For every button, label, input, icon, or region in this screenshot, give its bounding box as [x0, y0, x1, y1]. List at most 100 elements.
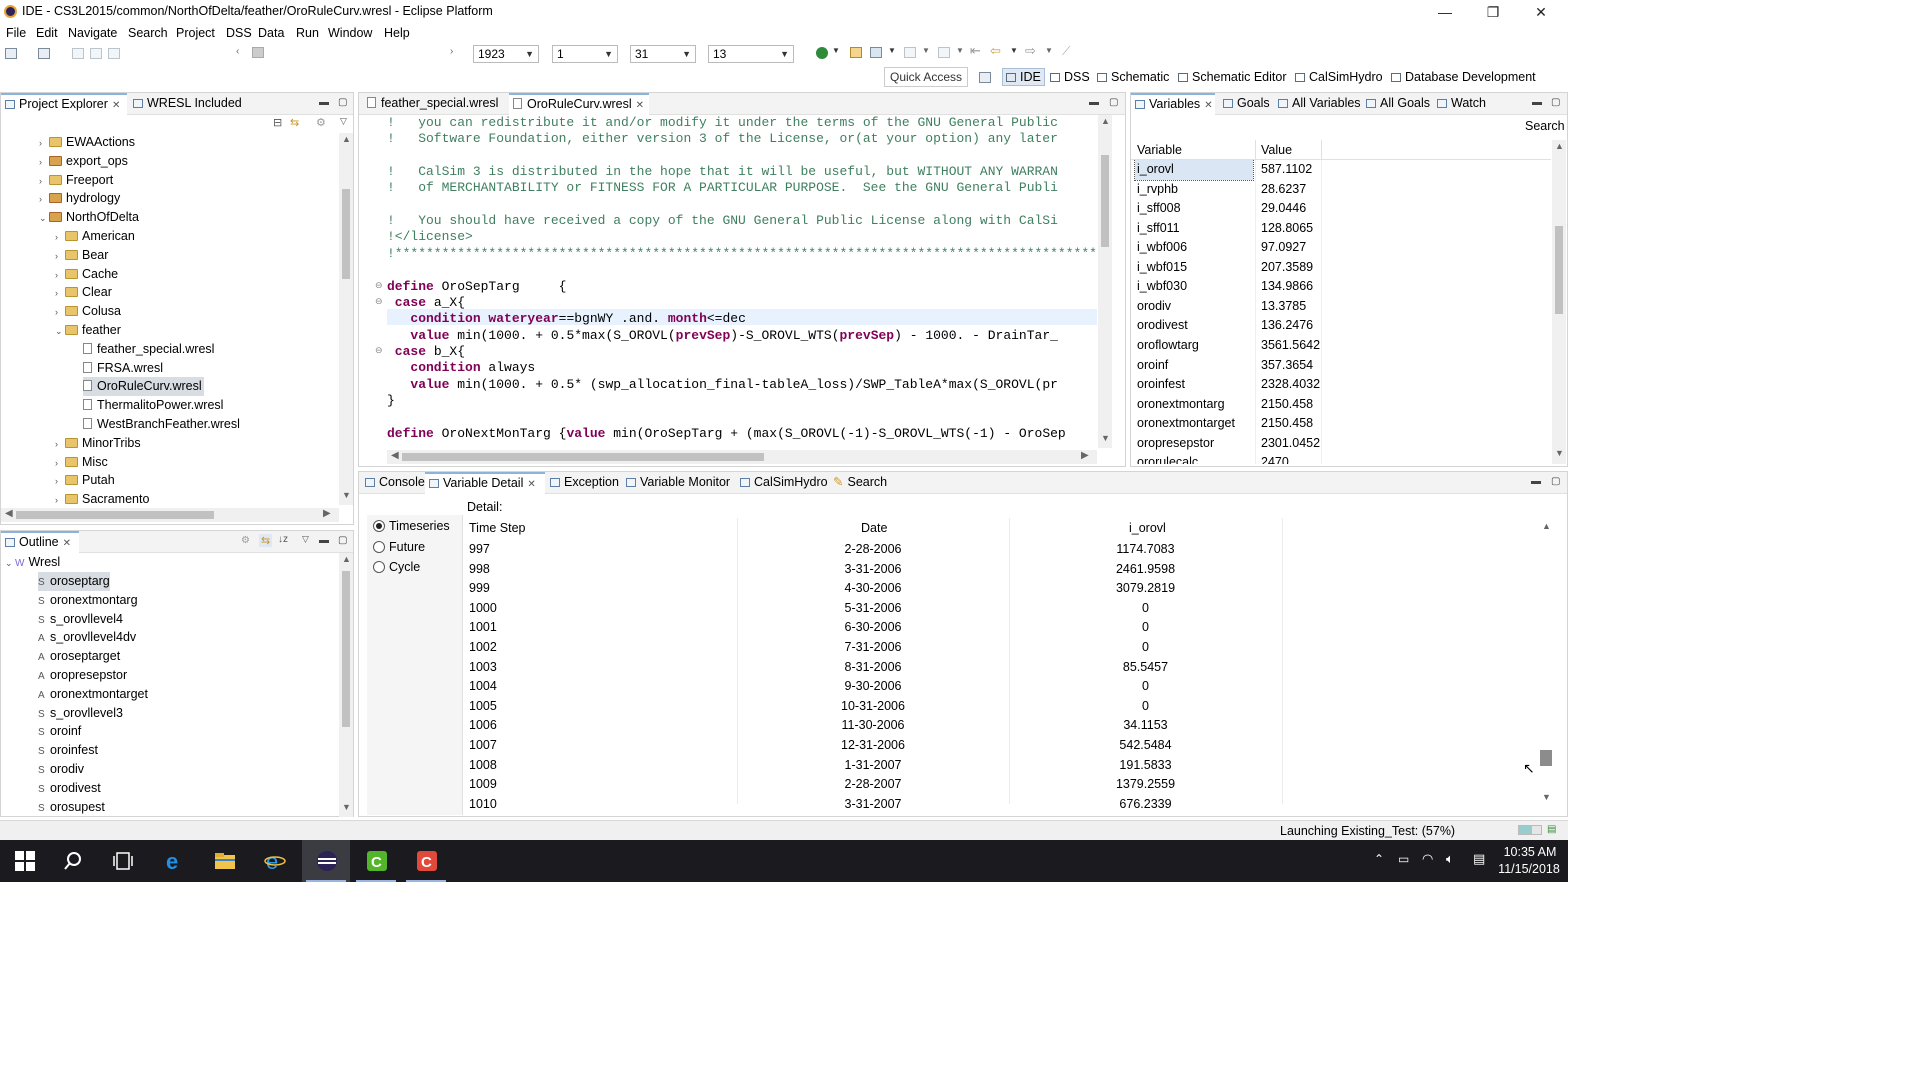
date-column-header[interactable]: Date	[861, 518, 887, 538]
progress-view-icon[interactable]: ▤	[1547, 824, 1556, 835]
variables-search-button[interactable]: Search	[1525, 119, 1565, 133]
tab-feather-special[interactable]: feather_special.wresl	[363, 93, 502, 115]
chevron-right-icon[interactable]: ›	[55, 266, 65, 285]
print-icon[interactable]	[108, 48, 120, 59]
tree-item[interactable]: › Putah	[55, 471, 115, 490]
tree-item[interactable]: feather_special.wresl	[83, 340, 214, 359]
outline-item[interactable]: Sorosupest	[38, 798, 105, 817]
perspective-ide[interactable]: IDE	[1002, 68, 1045, 86]
menu-run[interactable]: Run	[296, 26, 319, 40]
table-row[interactable]: 1007 12-31-2006 542.5484	[465, 736, 1525, 756]
chevron-right-icon[interactable]: ›	[55, 303, 65, 322]
menu-data[interactable]: Data	[258, 26, 284, 40]
tree-item[interactable]: ThermalitoPower.wresl	[83, 396, 223, 415]
minimize-button[interactable]: —	[1422, 0, 1468, 24]
perspective-schematic[interactable]: Schematic	[1097, 70, 1169, 84]
outline-item[interactable]: Sorodivest	[38, 779, 101, 798]
code-editor[interactable]: ! you can redistribute it and/or modify …	[387, 115, 1097, 448]
minimize-icon[interactable]: ▬	[1532, 97, 1542, 108]
year-combo[interactable]: 1923 ▼	[473, 45, 539, 63]
perspective-dss[interactable]: DSS	[1050, 70, 1090, 84]
scroll-thumb[interactable]	[342, 571, 350, 727]
maximize-icon[interactable]: ▢	[338, 535, 347, 546]
outline-root[interactable]: ⌄ W Wresl	[5, 553, 60, 572]
battery-icon[interactable]: ▭	[1398, 852, 1409, 866]
perspective-calsimhydro[interactable]: CalSimHydro	[1295, 70, 1383, 84]
outline-item[interactable]: Soroinfest	[38, 741, 98, 760]
perspective-schematic-editor[interactable]: Schematic Editor	[1178, 70, 1286, 84]
sort-icon[interactable]: ↓z	[278, 534, 288, 545]
menu-file[interactable]: File	[6, 26, 26, 40]
chevron-right-icon[interactable]: ›	[55, 247, 65, 266]
outline-item[interactable]: Ss_orovllevel4	[38, 610, 123, 629]
outline-item[interactable]: As_orovllevel4dv	[38, 628, 136, 647]
table-row[interactable]: 999 4-30-2006 3079.2819	[465, 579, 1525, 599]
table-row[interactable]: 1000 5-31-2006 0	[465, 599, 1525, 619]
menu-dss[interactable]: DSS	[226, 26, 252, 40]
table-row[interactable]: 1002 7-31-2006 0	[465, 638, 1525, 658]
chevron-right-icon[interactable]: ›	[55, 472, 65, 491]
link-icon[interactable]: ⇆	[259, 534, 273, 547]
tree-item[interactable]: › American	[55, 227, 135, 246]
variable-row[interactable]: i_wbf006 97.0927	[1131, 238, 1551, 259]
radio-button-icon[interactable]	[373, 540, 385, 553]
perspective-database-development[interactable]: Database Development	[1391, 70, 1536, 84]
last-edit-icon[interactable]: ⇤	[970, 43, 981, 59]
tree-item[interactable]: ⌄ NorthOfDelta	[39, 208, 139, 227]
day-combo[interactable]: 31 ▼	[630, 45, 696, 63]
close-icon[interactable]: ✕	[1204, 100, 1212, 111]
outline-vscroll[interactable]: ▲ ▼	[339, 553, 353, 817]
annotation-icon[interactable]	[904, 47, 916, 58]
menu-edit[interactable]: Edit	[36, 26, 58, 40]
tree-item[interactable]: FRSA.wresl	[83, 359, 163, 378]
close-icon[interactable]: ✕	[63, 538, 71, 549]
minimize-icon[interactable]: ▬	[1531, 476, 1541, 487]
tab-variables[interactable]: Variables ✕	[1131, 93, 1215, 115]
value-column-header[interactable]: Value	[1261, 140, 1292, 160]
forward-icon[interactable]: ⇨	[1025, 43, 1036, 59]
taskbar-edge[interactable]: e	[150, 840, 198, 882]
view-menu-icon[interactable]: ▽	[302, 534, 309, 545]
variable-row[interactable]: i_wbf030 134.9866	[1131, 277, 1551, 298]
tab-goals[interactable]: Goals	[1219, 93, 1274, 115]
month-combo[interactable]: 1 ▼	[552, 45, 618, 63]
variable-row[interactable]: ororulecalc 2470	[1131, 453, 1551, 464]
volume-icon[interactable]: 🔈︎	[1446, 851, 1454, 867]
outline-item[interactable]: Soronextmontarg	[38, 591, 138, 610]
menu-help[interactable]: Help	[384, 26, 410, 40]
nav-dropdown-icon[interactable]: ▼	[956, 46, 964, 55]
close-button[interactable]: ✕	[1518, 0, 1564, 24]
task-view-button[interactable]	[98, 840, 146, 882]
outline-item[interactable]: Soroinf	[38, 722, 81, 741]
tab-all-variables[interactable]: All Variables	[1274, 93, 1365, 115]
open-perspective-icon[interactable]	[979, 72, 991, 83]
variable-row[interactable]: oronextmontarget 2150.458	[1131, 414, 1551, 435]
table-row[interactable]: 1008 1-31-2007 191.5833	[465, 756, 1525, 776]
chevron-right-icon[interactable]: ›	[39, 134, 49, 153]
scroll-thumb[interactable]	[342, 189, 350, 279]
filter-icon[interactable]: ⚙	[316, 116, 326, 129]
taskbar-eclipse[interactable]	[302, 840, 350, 882]
restore-button[interactable]: ❐	[1470, 0, 1516, 24]
fold-icon[interactable]: ⊖	[375, 280, 383, 291]
taskbar-file-explorer[interactable]	[200, 840, 248, 882]
tree-item[interactable]: › hydrology	[39, 189, 120, 208]
maximize-icon[interactable]: ▢	[1109, 97, 1118, 108]
scroll-thumb[interactable]	[16, 511, 214, 519]
quick-access-input[interactable]: Quick Access	[884, 67, 968, 87]
view-menu-icon[interactable]: ▽	[340, 116, 347, 127]
tab-all-goals[interactable]: All Goals	[1362, 93, 1434, 115]
run-dropdown-icon[interactable]: ▼	[832, 46, 840, 55]
tab-variable-monitor[interactable]: Variable Monitor	[622, 472, 734, 494]
chevron-right-icon[interactable]: ›	[39, 190, 49, 209]
tab-outline[interactable]: Outline ✕	[1, 531, 79, 553]
wifi-icon[interactable]: ◠	[1422, 851, 1433, 867]
tree-item[interactable]: ⌄ feather	[55, 321, 121, 340]
chevron-right-icon[interactable]: ›	[450, 46, 453, 57]
variable-row[interactable]: oroflowtarg 3561.5642	[1131, 335, 1551, 356]
scroll-thumb[interactable]	[402, 453, 764, 461]
back-icon[interactable]: ⇦	[990, 43, 1001, 59]
variable-row[interactable]: orodiv 13.3785	[1131, 296, 1551, 317]
tool-dropdown-icon[interactable]: ▼	[888, 46, 896, 55]
tab-variable-detail[interactable]: Variable Detail ✕	[425, 472, 545, 494]
